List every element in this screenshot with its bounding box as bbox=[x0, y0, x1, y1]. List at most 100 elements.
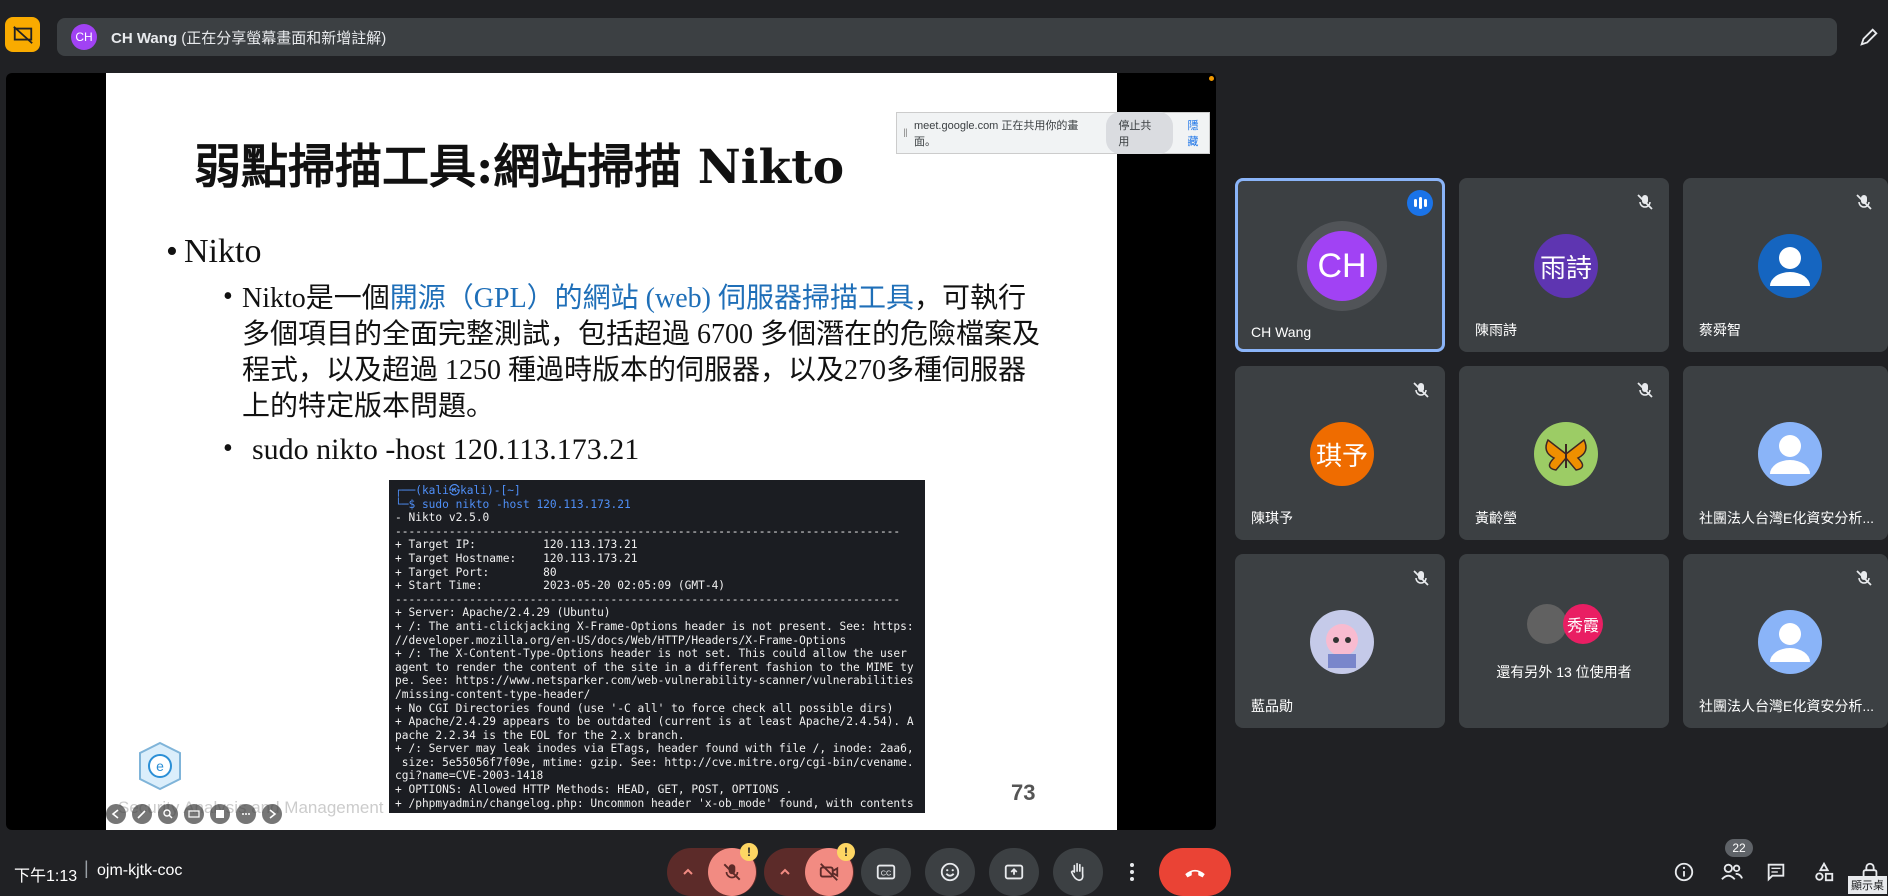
participant-tile[interactable]: 雨詩 陳雨詩 bbox=[1459, 178, 1669, 352]
terminal-line: + /: The X-Content-Type-Options header i… bbox=[395, 647, 907, 661]
participant-name: 社團法人台灣E化資安分析... bbox=[1699, 510, 1875, 526]
participant-tile[interactable]: 社團法人台灣E化資安分析... bbox=[1683, 554, 1888, 728]
participant-name: 陳雨詩 bbox=[1475, 322, 1517, 338]
camera-options-chevron-icon[interactable] bbox=[765, 865, 805, 879]
sharing-banner-text: meet.google.com 正在共用你的畫面。 bbox=[913, 120, 1079, 148]
zoom-icon[interactable] bbox=[158, 804, 178, 824]
others-avatar-photo bbox=[1527, 604, 1567, 644]
more-vert-icon bbox=[1130, 863, 1134, 881]
terminal-line: + /: The anti-clickjacking X-Frame-Optio… bbox=[395, 619, 914, 633]
participant-tile[interactable]: 藍品勛 bbox=[1235, 554, 1445, 728]
participant-tile[interactable]: 蔡舜智 bbox=[1683, 178, 1888, 352]
chat-button[interactable] bbox=[1758, 848, 1794, 896]
subtitles-icon[interactable] bbox=[184, 804, 204, 824]
terminal-line: /missing-content-type-header/ bbox=[395, 687, 591, 701]
terminal-line: + OPTIONS: Allowed HTTP Methods: HEAD, G… bbox=[395, 783, 793, 797]
mic-off-icon bbox=[1413, 570, 1429, 586]
pen-tool-icon[interactable] bbox=[132, 804, 152, 824]
mic-options-chevron-icon[interactable] bbox=[668, 865, 708, 879]
participant-name: CH Wang bbox=[1251, 324, 1312, 340]
drag-handle-icon[interactable]: ‖ bbox=[903, 126, 908, 140]
presenter-label: CH Wang (正在分享螢幕畫面和新增註解) bbox=[111, 27, 386, 48]
shared-screen: 弱點掃描工具:網站掃描 Nikto • Nikto • Nikto是一個開源（G… bbox=[6, 73, 1216, 830]
mic-warning-icon: ! bbox=[740, 843, 758, 861]
terminal-line: + Target IP: 120.113.173.21 bbox=[395, 538, 638, 552]
butterfly-avatar-icon bbox=[1534, 422, 1598, 486]
terminal-line: + /phpmyadmin/changelog.php: Uncommon he… bbox=[395, 796, 914, 810]
terminal-line: ----------------------------------------… bbox=[395, 592, 901, 606]
sharing-banner: ‖ meet.google.com 正在共用你的畫面。 停止共用 隱藏 bbox=[896, 112, 1210, 154]
terminal-line: + /: Server may leak inodes via ETags, h… bbox=[395, 742, 914, 756]
recording-indicator bbox=[1209, 76, 1214, 81]
participant-tile[interactable]: 社團法人台灣E化資安分析... bbox=[1683, 366, 1888, 540]
participant-name: 蔡舜智 bbox=[1699, 322, 1741, 338]
bullet-dot: • bbox=[223, 281, 233, 312]
reactions-button[interactable] bbox=[925, 848, 975, 896]
participant-avatar: 雨詩 bbox=[1534, 234, 1598, 298]
more-options-button[interactable] bbox=[1117, 848, 1147, 896]
terminal-line: - Nikto v2.5.0 bbox=[395, 511, 490, 525]
default-avatar-icon bbox=[1758, 234, 1822, 298]
terminal-line: + Start Time: 2023-05-20 02:05:09 (GMT-4… bbox=[395, 579, 726, 593]
others-tile[interactable]: 秀霞 還有另外 13 位使用者 bbox=[1459, 554, 1669, 728]
hide-banner-link[interactable]: 隱藏 bbox=[1187, 117, 1209, 149]
mic-off-icon bbox=[1413, 382, 1429, 398]
terminal-line: + Target Port: 80 bbox=[395, 565, 557, 579]
meeting-code: ojm-kjtk-coc bbox=[97, 862, 183, 879]
cartoon-avatar-icon bbox=[1310, 610, 1374, 674]
camera-warning-icon: ! bbox=[837, 843, 855, 861]
participant-name: 黃齡瑩 bbox=[1475, 510, 1517, 526]
terminal-line: + Server: Apache/2.4.29 (Ubuntu) bbox=[395, 606, 611, 620]
terminal-line: //developer.mozilla.org/en-US/docs/Web/H… bbox=[395, 633, 847, 647]
mic-off-icon bbox=[1856, 194, 1872, 210]
mic-off-icon bbox=[1856, 570, 1872, 586]
default-avatar-icon bbox=[1758, 422, 1822, 486]
slide-logo: e bbox=[138, 741, 182, 791]
hand-icon bbox=[1070, 862, 1084, 882]
terminal-line: pe. See: https://www.netsparker.com/web-… bbox=[395, 674, 914, 688]
terminal-line: + Target Hostname: 120.113.173.21 bbox=[395, 551, 638, 565]
raise-hand-button[interactable] bbox=[1053, 848, 1103, 896]
participant-avatar: 琪予 bbox=[1310, 422, 1374, 486]
mic-off-icon bbox=[723, 863, 741, 881]
presentation-icon[interactable] bbox=[5, 17, 40, 52]
captions-button[interactable]: CC bbox=[861, 848, 911, 896]
participant-tile[interactable]: 黃齡瑩 bbox=[1459, 366, 1669, 540]
leave-call-button[interactable] bbox=[1159, 848, 1231, 896]
next-slide-icon[interactable] bbox=[262, 804, 282, 824]
participant-avatar: CH bbox=[1307, 231, 1377, 301]
participant-tile[interactable]: CH CH Wang bbox=[1235, 178, 1445, 352]
emoji-icon bbox=[940, 862, 960, 882]
terminal-line: pache 2.2.34 is the EOL for the 2.x bran… bbox=[395, 728, 685, 742]
participant-name: 社團法人台灣E化資安分析... bbox=[1699, 698, 1875, 714]
slide-title: 弱點掃描工具:網站掃描 Nikto bbox=[194, 140, 845, 195]
participant-tile[interactable]: 琪予 陳琪予 bbox=[1235, 366, 1445, 540]
terminal-line: cgi?name=CVE-2003-1418 bbox=[395, 769, 544, 783]
terminal-line: ----------------------------------------… bbox=[395, 524, 901, 538]
others-avatar: 秀霞 bbox=[1563, 604, 1603, 644]
slide-bullet-1: Nikto bbox=[184, 233, 262, 270]
slide-bullet-3: sudo nikto -host 120.113.173.21 bbox=[252, 433, 640, 466]
stop-sharing-button[interactable]: 停止共用 bbox=[1106, 112, 1174, 154]
activities-button[interactable] bbox=[1806, 848, 1842, 896]
meeting-info-button[interactable] bbox=[1666, 848, 1702, 896]
slide-toolbar bbox=[106, 803, 316, 825]
terminal-line: + Apache/2.4.29 appears to be outdated (… bbox=[395, 715, 914, 729]
prev-slide-icon[interactable] bbox=[106, 804, 126, 824]
presenter-name: CH Wang bbox=[111, 29, 178, 47]
more-options-icon[interactable] bbox=[236, 804, 256, 824]
present-screen-button[interactable] bbox=[989, 848, 1039, 896]
present-screen-icon bbox=[1004, 864, 1024, 880]
activities-icon bbox=[1815, 861, 1834, 882]
terminal-line: ┌──(kali㉿kali)-[~] bbox=[395, 484, 521, 497]
participant-name: 藍品勛 bbox=[1251, 698, 1293, 714]
slide-page-number: 73 bbox=[1011, 780, 1036, 805]
annotate-pen-icon[interactable] bbox=[1852, 20, 1886, 54]
show-desktop-tooltip: 顯示桌 bbox=[1848, 876, 1887, 894]
terminal-line: └─$ sudo nikto -host 120.113.173.21 bbox=[395, 497, 631, 511]
presentation-slide: 弱點掃描工具:網站掃描 Nikto • Nikto • Nikto是一個開源（G… bbox=[106, 73, 1117, 830]
bullet-dot: • bbox=[166, 233, 178, 270]
participant-name: 陳琪予 bbox=[1251, 510, 1293, 526]
bullet-2-prefix: Nikto是一個 bbox=[242, 283, 390, 314]
slides-icon[interactable] bbox=[210, 804, 230, 824]
